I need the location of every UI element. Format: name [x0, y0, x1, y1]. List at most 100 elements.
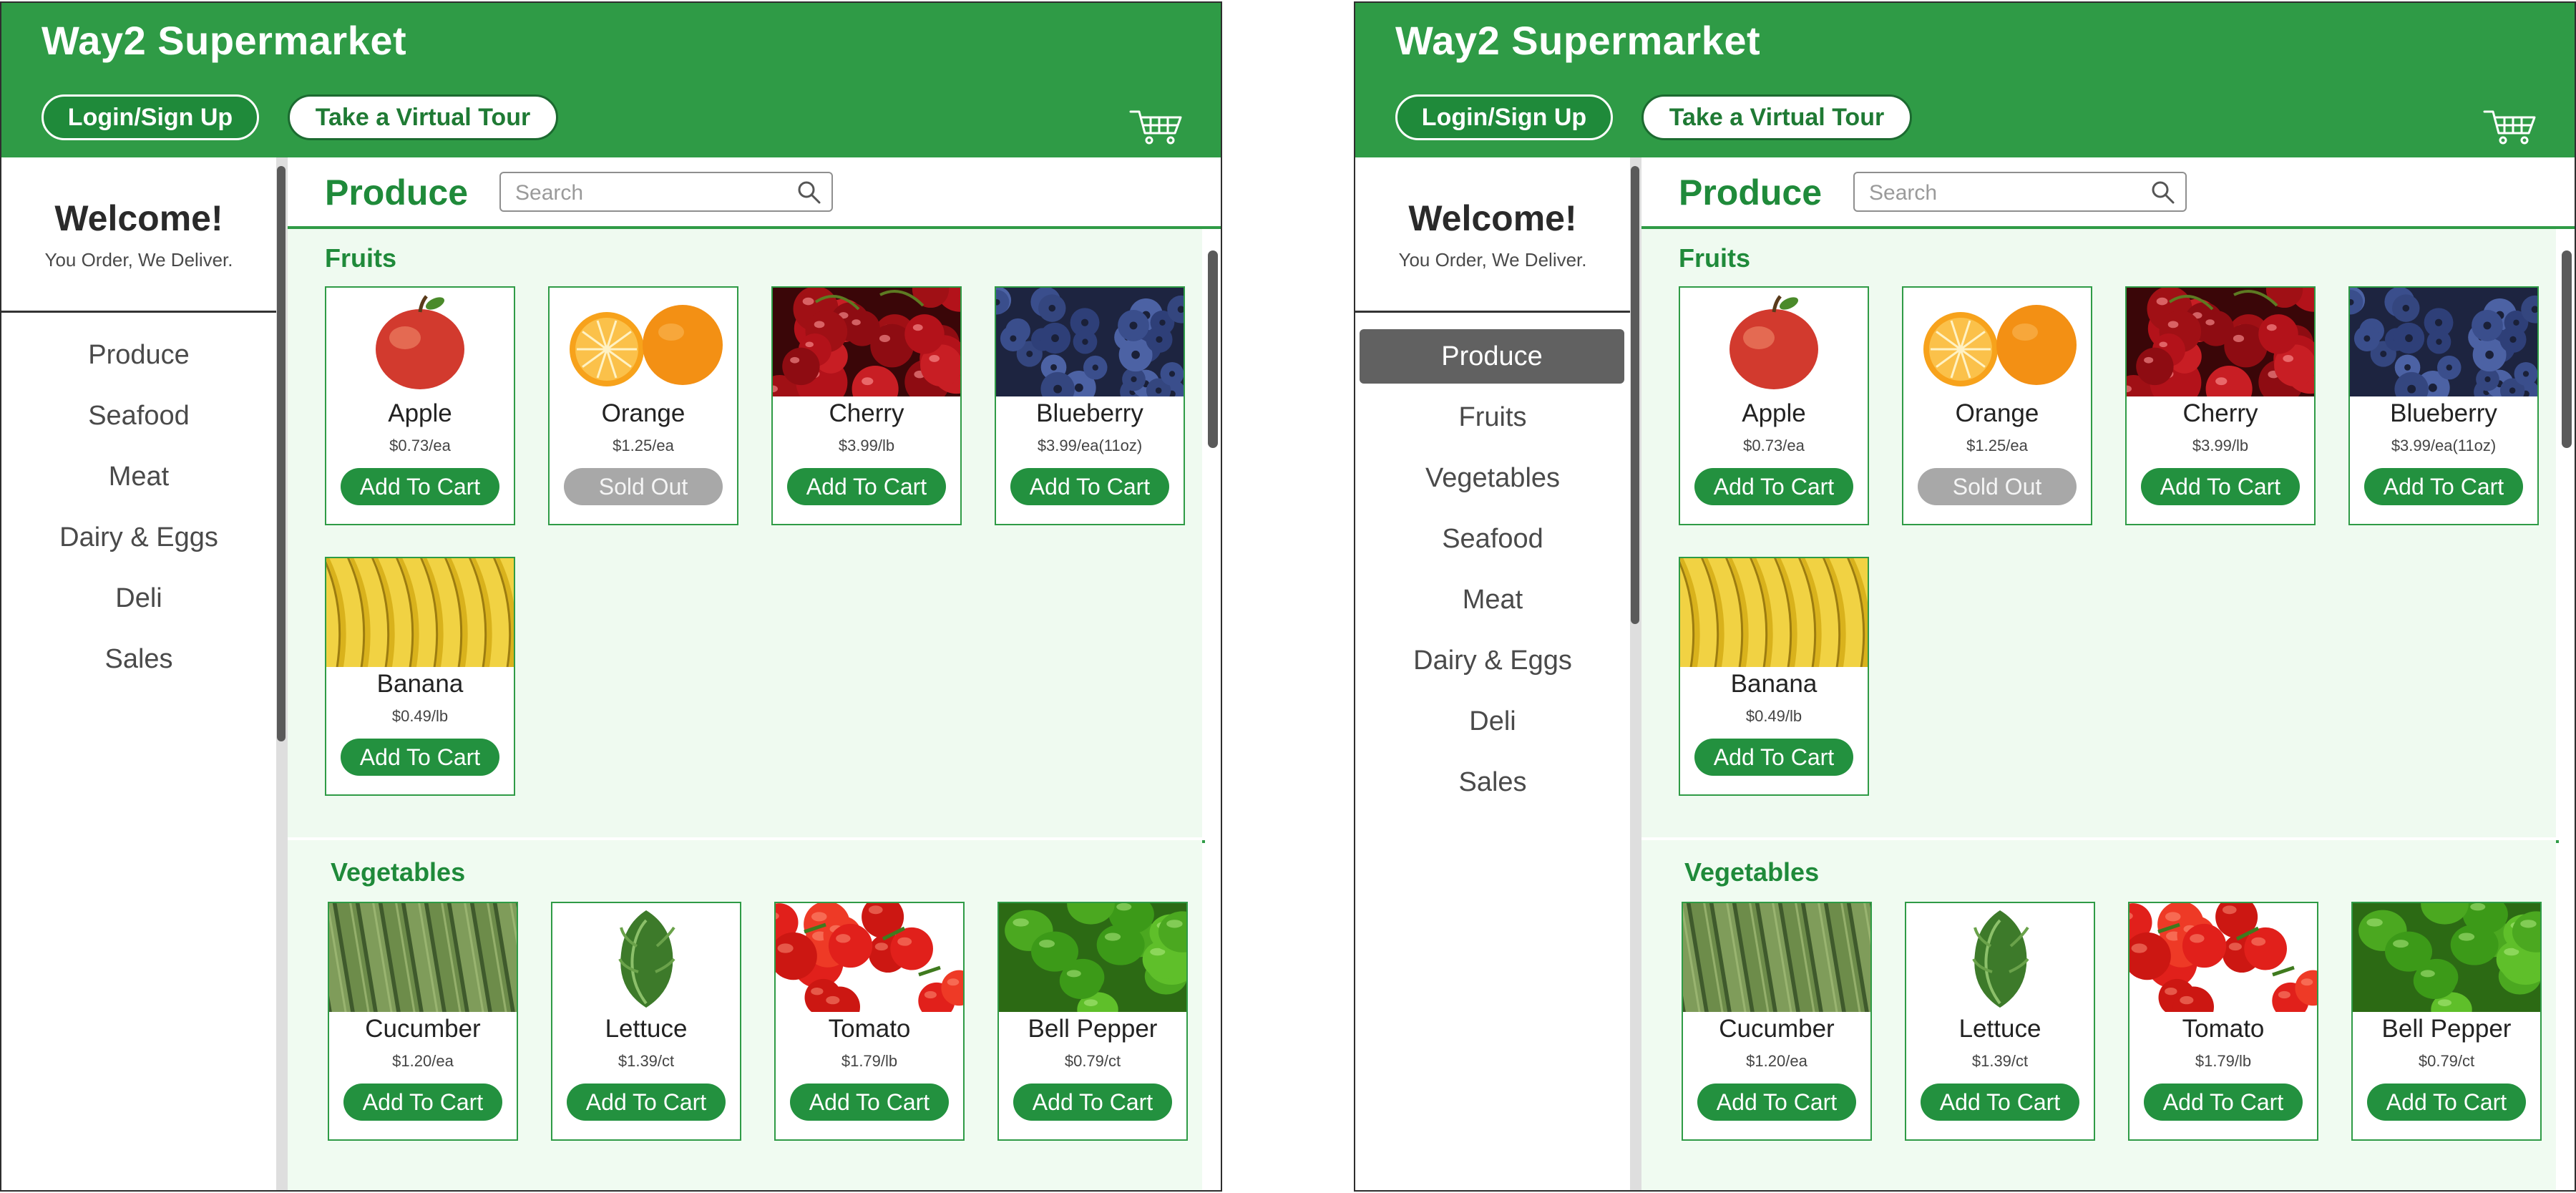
sidebar-item-dairy-eggs[interactable]: Dairy & Eggs — [1, 510, 276, 565]
bell-pepper-image — [999, 903, 1186, 1012]
product-name: Apple — [388, 399, 452, 427]
product-price: $1.79/lb — [2195, 1052, 2252, 1070]
product-price: $1.20/ea — [392, 1052, 454, 1070]
product-price: $3.99/lb — [2192, 437, 2249, 454]
product-card-cucumber[interactable]: Cucumber $1.20/ea Add To Cart — [328, 902, 518, 1141]
sidebar-item-deli[interactable]: Deli — [1, 571, 276, 625]
cherry-image — [2127, 288, 2314, 396]
product-name: Blueberry — [1036, 399, 1143, 427]
product-name: Lettuce — [605, 1015, 688, 1043]
product-price: $1.79/lb — [841, 1052, 898, 1070]
sidebar-item-sales[interactable]: Sales — [1355, 755, 1630, 809]
sidebar-item-vegetables[interactable]: Vegetables — [1355, 451, 1630, 505]
product-card-cherry[interactable]: Cherry $3.99/lb Add To Cart — [771, 286, 962, 525]
add-to-cart-button[interactable]: Add To Cart — [1694, 739, 1853, 776]
sidebar-item-deli[interactable]: Deli — [1355, 694, 1630, 749]
search-input[interactable]: Search — [499, 172, 833, 212]
main-scroll-thumb[interactable] — [1208, 250, 1218, 448]
tagline: You Order, We Deliver. — [1398, 249, 1587, 271]
product-card-apple[interactable]: Apple $0.73/ea Add To Cart — [1679, 286, 1869, 525]
lettuce-image — [552, 903, 740, 1012]
page-title: Produce — [325, 172, 469, 213]
virtual-tour-button[interactable]: Take a Virtual Tour — [288, 94, 558, 140]
product-price: $3.99/ea(11oz) — [2391, 437, 2497, 454]
login-signup-button[interactable]: Login/Sign Up — [1395, 94, 1613, 140]
product-card-blueberry[interactable]: Blueberry $3.99/ea(11oz) Add To Cart — [995, 286, 1185, 525]
product-card-orange[interactable]: Orange $1.25/ea Sold Out — [1902, 286, 2092, 525]
main-header: Produce Search — [288, 157, 1221, 229]
product-card-bell-pepper[interactable]: Bell Pepper $0.79/ct Add To Cart — [997, 902, 1188, 1141]
orange-image — [550, 288, 737, 396]
fruits-heading: Fruits — [1679, 243, 1751, 273]
product-name: Apple — [1742, 399, 1806, 427]
add-to-cart-button[interactable]: Add To Cart — [1010, 468, 1169, 505]
product-card-orange[interactable]: Orange $1.25/ea Sold Out — [548, 286, 738, 525]
add-to-cart-button[interactable]: Add To Cart — [1694, 468, 1853, 505]
add-to-cart-button[interactable]: Add To Cart — [2144, 1084, 2303, 1121]
product-card-apple[interactable]: Apple $0.73/ea Add To Cart — [325, 286, 515, 525]
sidebar-item-produce[interactable]: Produce — [1, 328, 276, 382]
add-to-cart-button[interactable]: Add To Cart — [787, 468, 946, 505]
product-card-bell-pepper[interactable]: Bell Pepper $0.79/ct Add To Cart — [2351, 902, 2542, 1141]
sidebar-item-seafood[interactable]: Seafood — [1, 389, 276, 443]
sidebar-scroll-thumb[interactable] — [1631, 166, 1639, 624]
welcome-heading: Welcome! — [1408, 198, 1577, 238]
add-to-cart-button[interactable]: Add To Cart — [341, 739, 499, 776]
lettuce-image — [1906, 903, 2094, 1012]
product-card-blueberry[interactable]: Blueberry $3.99/ea(11oz) Add To Cart — [2348, 286, 2539, 525]
add-to-cart-button[interactable]: Add To Cart — [2141, 468, 2300, 505]
add-to-cart-button[interactable]: Add To Cart — [1013, 1084, 1172, 1121]
product-price: $1.39/ct — [618, 1052, 675, 1070]
add-to-cart-button[interactable]: Add To Cart — [1921, 1084, 2079, 1121]
add-to-cart-button[interactable]: Add To Cart — [343, 1084, 502, 1121]
welcome-heading: Welcome! — [54, 198, 223, 238]
product-card-lettuce[interactable]: Lettuce $1.39/ct Add To Cart — [551, 902, 741, 1141]
cucumber-image — [1683, 903, 1870, 1012]
main-content: Produce Search Fruits Vegetables Apple $0… — [288, 157, 1221, 1190]
product-card-banana[interactable]: Banana $0.49/lb Add To Cart — [1679, 557, 1869, 796]
product-name: Blueberry — [2390, 399, 2497, 427]
product-card-banana[interactable]: Banana $0.49/lb Add To Cart — [325, 557, 515, 796]
tomato-image — [2129, 903, 2317, 1012]
main-scroll-thumb[interactable] — [2562, 250, 2572, 448]
vegetables-heading: Vegetables — [331, 857, 466, 887]
search-placeholder: Search — [1869, 181, 1938, 205]
product-card-tomato[interactable]: Tomato $1.79/lb Add To Cart — [2128, 902, 2318, 1141]
screen-left: Way2 Supermarket Login/Sign Up Take a Vi… — [0, 1, 1222, 1192]
product-name: Tomato — [2182, 1015, 2265, 1043]
add-to-cart-button[interactable]: Add To Cart — [2364, 468, 2523, 505]
product-price: $0.73/ea — [389, 437, 451, 454]
add-to-cart-button[interactable]: Add To Cart — [2367, 1084, 2526, 1121]
sold-out-button: Sold Out — [564, 468, 723, 505]
product-card-tomato[interactable]: Tomato $1.79/lb Add To Cart — [774, 902, 965, 1141]
sidebar-scroll-thumb[interactable] — [277, 166, 286, 741]
product-name: Tomato — [828, 1015, 911, 1043]
sidebar-item-dairy-eggs[interactable]: Dairy & Eggs — [1355, 633, 1630, 688]
cart-icon[interactable] — [2483, 109, 2537, 145]
sidebar-item-meat[interactable]: Meat — [1, 449, 276, 504]
add-to-cart-button[interactable]: Add To Cart — [567, 1084, 726, 1121]
sidebar-item-fruits[interactable]: Fruits — [1355, 390, 1630, 444]
search-icon[interactable] — [796, 179, 823, 206]
apple-image — [326, 288, 514, 396]
search-input[interactable]: Search — [1853, 172, 2187, 212]
add-to-cart-button[interactable]: Add To Cart — [1697, 1084, 1856, 1121]
sidebar-item-seafood[interactable]: Seafood — [1355, 512, 1630, 566]
product-card-cherry[interactable]: Cherry $3.99/lb Add To Cart — [2125, 286, 2316, 525]
banana-image — [1680, 558, 1868, 667]
cart-icon[interactable] — [1129, 109, 1184, 145]
sidebar-item-sales[interactable]: Sales — [1, 632, 276, 686]
sidebar-item-produce[interactable]: Produce — [1360, 329, 1624, 384]
sidebar: Welcome! You Order, We Deliver. Produce S… — [1, 157, 276, 1190]
add-to-cart-button[interactable]: Add To Cart — [341, 468, 499, 505]
search-icon[interactable] — [2150, 179, 2177, 206]
product-card-lettuce[interactable]: Lettuce $1.39/ct Add To Cart — [1905, 902, 2095, 1141]
sidebar-item-meat[interactable]: Meat — [1355, 573, 1630, 627]
virtual-tour-button[interactable]: Take a Virtual Tour — [1641, 94, 1912, 140]
add-to-cart-button[interactable]: Add To Cart — [790, 1084, 949, 1121]
product-card-cucumber[interactable]: Cucumber $1.20/ea Add To Cart — [1682, 902, 1872, 1141]
product-name: Lettuce — [1958, 1015, 2041, 1043]
header: Way2 Supermarket Login/Sign Up Take a Vi… — [1, 3, 1221, 157]
main-header: Produce Search — [1641, 157, 2575, 229]
login-signup-button[interactable]: Login/Sign Up — [42, 94, 259, 140]
